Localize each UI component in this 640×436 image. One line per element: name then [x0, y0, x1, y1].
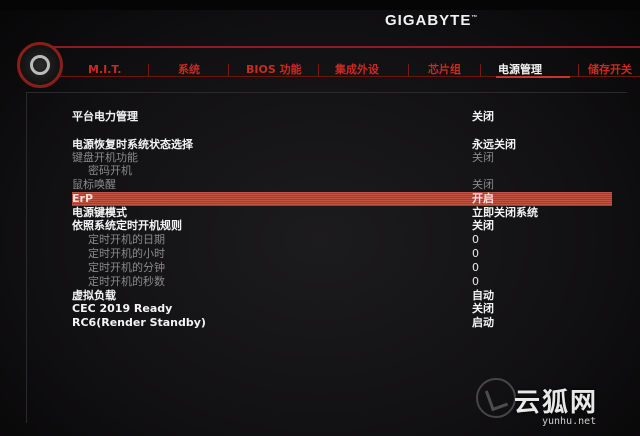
tab-mit[interactable]: M.I.T. — [88, 62, 121, 78]
setting-row-wake-date: 定时开机的日期 0 — [72, 233, 612, 247]
setting-label: CEC 2019 Ready — [72, 302, 173, 315]
tab-bios-features[interactable]: BIOS 功能 — [246, 62, 302, 78]
setting-value: 开启 — [472, 192, 494, 205]
gear-icon[interactable] — [17, 42, 63, 88]
tab-separator — [480, 64, 481, 76]
tab-system[interactable]: 系统 — [178, 62, 200, 78]
setting-label: 电源恢复时系统状态选择 — [72, 138, 193, 151]
setting-value: 关闭 — [472, 151, 494, 164]
setting-value: 0 — [472, 261, 479, 274]
watermark-text: 云狐网 — [514, 388, 599, 418]
setting-value: 关闭 — [472, 110, 494, 123]
setting-label: 密码开机 — [88, 164, 132, 177]
tab-save-exit[interactable]: 储存开关 — [588, 62, 632, 78]
monitor-bezel — [0, 0, 640, 10]
watermark-url: yunhu.net — [542, 416, 597, 427]
setting-row-power-button-mode[interactable]: 电源键模式 立即关闭系统 — [72, 206, 612, 220]
setting-row-cec-2019[interactable]: CEC 2019 Ready 关闭 — [72, 302, 612, 316]
setting-label: 键盘开机功能 — [72, 151, 138, 164]
setting-row-keyboard-power-on: 键盘开机功能 关闭 — [72, 151, 612, 165]
setting-label: 电源键模式 — [72, 206, 127, 219]
tab-separator — [318, 64, 319, 76]
setting-value: 关闭 — [472, 219, 494, 232]
setting-value: 启动 — [472, 316, 494, 329]
active-tab-underline — [496, 76, 570, 78]
setting-value: 0 — [472, 275, 479, 288]
setting-label: 平台电力管理 — [72, 110, 138, 123]
setting-row-dummy-load[interactable]: 虚拟负载 自动 — [72, 289, 612, 303]
brand-name: GIGABYTE — [385, 12, 472, 29]
setting-row-rtc-wake[interactable]: 依照系统定时开机规则 关闭 — [72, 219, 612, 233]
watermark-logo-icon — [476, 378, 516, 418]
setting-value: 关闭 — [472, 178, 494, 191]
setting-value: 0 — [472, 233, 479, 246]
tab-separator — [148, 64, 149, 76]
setting-label: 鼠标唤醒 — [72, 178, 116, 191]
brand-logo: GIGABYTE™ — [385, 12, 478, 29]
setting-row-ac-power-loss[interactable]: 电源恢复时系统状态选择 永远关闭 — [72, 138, 612, 152]
setting-value: 永远关闭 — [472, 138, 516, 151]
setting-value: 关闭 — [472, 302, 494, 315]
setting-label: 依照系统定时开机规则 — [72, 219, 182, 232]
tab-chipset[interactable]: 芯片组 — [428, 62, 461, 78]
gear-inner-ring — [30, 55, 50, 75]
setting-label: RC6(Render Standby) — [72, 316, 206, 329]
setting-row-wake-minute: 定时开机的分钟 0 — [72, 261, 612, 275]
setting-row-platform-power[interactable]: 平台电力管理 关闭 — [72, 110, 612, 124]
setting-row-rc6[interactable]: RC6(Render Standby) 启动 — [72, 316, 612, 330]
setting-value: 立即关闭系统 — [472, 206, 538, 219]
setting-row-erp[interactable]: ErP 开启 — [72, 192, 612, 206]
tab-separator — [228, 64, 229, 76]
setting-row-mouse-wake: 鼠标唤醒 关闭 — [72, 178, 612, 192]
brand-trademark: ™ — [471, 15, 479, 21]
setting-label: 定时开机的日期 — [88, 233, 165, 246]
setting-row-wake-hour: 定时开机的小时 0 — [72, 247, 612, 261]
setting-row-power-on-password: 密码开机 — [72, 164, 612, 178]
tab-separator — [578, 64, 579, 76]
tab-peripherals[interactable]: 集成外设 — [335, 62, 379, 78]
tab-bar: M.I.T. 系统 BIOS 功能 集成外设 芯片组 电源管理 储存开关 — [68, 62, 640, 78]
setting-label: 定时开机的分钟 — [88, 261, 165, 274]
setting-label: 定时开机的小时 — [88, 247, 165, 260]
bios-screen: GIGABYTE™ M.I.T. 系统 BIOS 功能 集成外设 芯片组 电源管… — [0, 0, 640, 436]
setting-label: 虚拟负载 — [72, 289, 116, 302]
tab-separator — [408, 64, 409, 76]
setting-label: 定时开机的秒数 — [88, 275, 165, 288]
setting-label: ErP — [72, 192, 94, 205]
header-frame-line — [28, 46, 640, 48]
setting-row-wake-second: 定时开机的秒数 0 — [72, 275, 612, 289]
setting-value: 0 — [472, 247, 479, 260]
setting-value: 自动 — [472, 289, 494, 302]
